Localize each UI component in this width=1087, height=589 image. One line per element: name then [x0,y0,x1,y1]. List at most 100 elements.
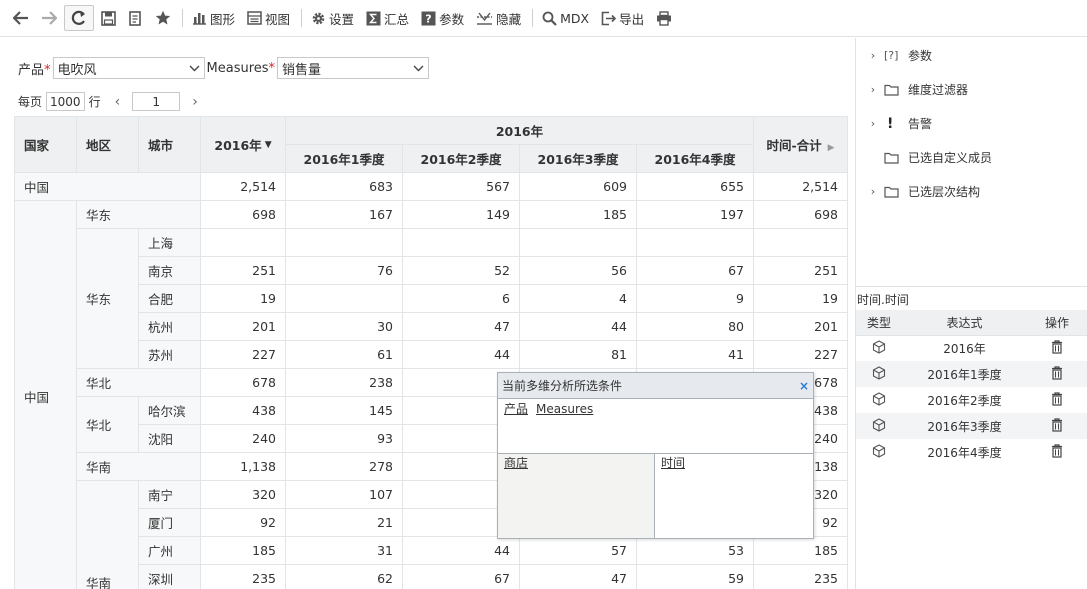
print-button[interactable] [651,5,677,31]
row-header-city[interactable]: 深圳 [138,564,201,589]
sort-desc-icon[interactable]: ▼ [265,140,272,150]
export-button[interactable]: 导出 [596,5,649,31]
row-header-city[interactable]: 广州 [138,536,201,565]
mdx-button[interactable]: MDX [537,5,594,31]
col-header-year[interactable]: 2016年 ▼ [200,116,286,173]
table-cell: 185 [753,536,848,565]
table-cell: 30 [285,312,403,341]
cols-dim-link[interactable]: 时间 [661,456,685,470]
row-header-city[interactable]: 厦门 [138,508,201,537]
trash-icon[interactable] [1027,335,1087,361]
popup-title-bar[interactable]: 当前多维分析所选条件 × [498,373,813,399]
chevron-right-icon[interactable]: › [866,185,880,198]
page-number-input[interactable]: 1 [132,92,181,111]
table-row[interactable]: 2016年2季度 [856,387,1087,413]
row-header-region-total[interactable]: 华北 [76,368,201,397]
chevron-right-icon[interactable]: › [866,117,880,130]
row-header-city[interactable]: 杭州 [138,312,201,341]
row-header-city[interactable]: 上海 [138,228,201,257]
slicer-product-link[interactable]: 产品 [504,402,528,416]
exclamation-icon: ! [887,115,894,132]
chart-button-label: 图形 [210,11,236,27]
rows-label: 行 [88,95,101,109]
next-page-button[interactable]: › [192,94,198,110]
hide-button[interactable]: 隐藏 [471,5,526,31]
forward-button[interactable] [36,5,62,31]
table-cell: 67 [402,564,520,589]
settings-button[interactable]: 设置 [306,5,359,31]
table-row[interactable]: 2016年 [856,335,1087,361]
trash-icon[interactable] [1027,439,1087,465]
trash-icon[interactable] [1027,413,1087,439]
table-row[interactable]: 2016年1季度 [856,361,1087,387]
col-header-q4[interactable]: 2016年4季度 [636,144,754,173]
sigma-icon [366,11,381,25]
row-header-city[interactable]: 南京 [138,256,201,285]
scroll-right-icon[interactable]: ▶ [828,143,835,153]
tree-item-label: 参数 [908,49,933,63]
close-icon[interactable]: × [799,379,809,393]
row-header-region[interactable]: 华东 [76,228,139,369]
row-header-city[interactable]: 沈阳 [138,424,201,453]
product-select[interactable]: 电吹风 [52,57,205,79]
table-row: 中国 2,514 683 567 609 655 2,514 [14,172,848,201]
row-header-city[interactable]: 南宁 [138,480,201,509]
save-as-button[interactable] [123,5,148,31]
summary-button[interactable]: 汇总 [361,5,414,31]
row-header-country[interactable]: 中国 [14,200,77,589]
col-header-region[interactable]: 地区 [76,116,139,173]
col-header-q1[interactable]: 2016年1季度 [285,144,403,173]
col-header-country[interactable]: 国家 [14,116,77,173]
table-row[interactable]: 2016年4季度 [856,439,1087,465]
chart-button[interactable]: 图形 [187,5,240,31]
col-header-city[interactable]: 城市 [138,116,201,173]
tree-item-custom-members[interactable]: 已选自定义成员 [856,149,992,166]
table-cell: 683 [285,172,403,201]
rows-dim-link[interactable]: 商店 [504,456,528,470]
document-save-icon [129,10,141,26]
col-header-q3[interactable]: 2016年3季度 [519,144,637,173]
row-header-city[interactable]: 哈尔滨 [138,396,201,425]
svg-text:?: ? [425,12,431,25]
table-cell: 227 [200,340,286,369]
row-header-city[interactable]: 苏州 [138,340,201,369]
back-button[interactable] [8,5,34,31]
tree-item-dim-filter[interactable]: › 维度过滤器 [856,81,968,98]
col-header-q2[interactable]: 2016年2季度 [402,144,520,173]
refresh-button[interactable] [64,5,94,31]
trash-icon[interactable] [1027,361,1087,387]
table-cell: 53 [636,536,754,565]
table-cell: 655 [636,172,754,201]
tree-item-hierarchy[interactable]: › 已选层次结构 [856,183,980,200]
row-header-region-total[interactable]: 华东 [76,200,201,229]
row-header-region[interactable]: 华南 [76,480,139,589]
measures-select[interactable]: 销售量 [277,57,430,79]
per-page-input[interactable]: 1000 [46,92,85,111]
table-row[interactable]: 2016年3季度 [856,413,1087,439]
col-header-total[interactable]: 时间-合计 ▶ [753,116,848,173]
table-cell: 240 [200,424,286,453]
slicer-measures-link[interactable]: Measures [536,402,593,416]
col-header-type: 类型 [856,310,902,336]
cube-icon [856,361,902,387]
row-header-region-total[interactable]: 华南 [76,452,201,481]
prev-page-button[interactable]: ‹ [115,94,121,110]
table-cell: 698 [753,200,848,229]
tree-item-params[interactable]: › [?] 参数 [856,47,932,64]
params-button[interactable]: ? 参数 [416,5,469,31]
row-header-country-total[interactable]: 中国 [14,172,201,201]
trash-icon[interactable] [1027,387,1087,413]
row-header-region[interactable]: 华北 [76,396,139,453]
chevron-right-icon[interactable]: › [866,83,880,96]
tree-item-alert[interactable]: › ! 告警 [856,115,932,132]
col-header-year-group[interactable]: 2016年 [285,116,754,145]
conditions-popup[interactable]: 当前多维分析所选条件 × 产品 Measures 商店 时间 [497,372,814,539]
save-button[interactable] [96,5,121,31]
row-header-city[interactable]: 合肥 [138,284,201,313]
table-cell: 93 [285,424,403,453]
chevron-right-icon[interactable]: › [866,49,880,62]
question-icon: ? [421,11,436,25]
members-title: 时间.时间 [857,293,909,307]
view-button[interactable]: 视图 [242,5,295,31]
favorite-button[interactable] [150,5,176,31]
